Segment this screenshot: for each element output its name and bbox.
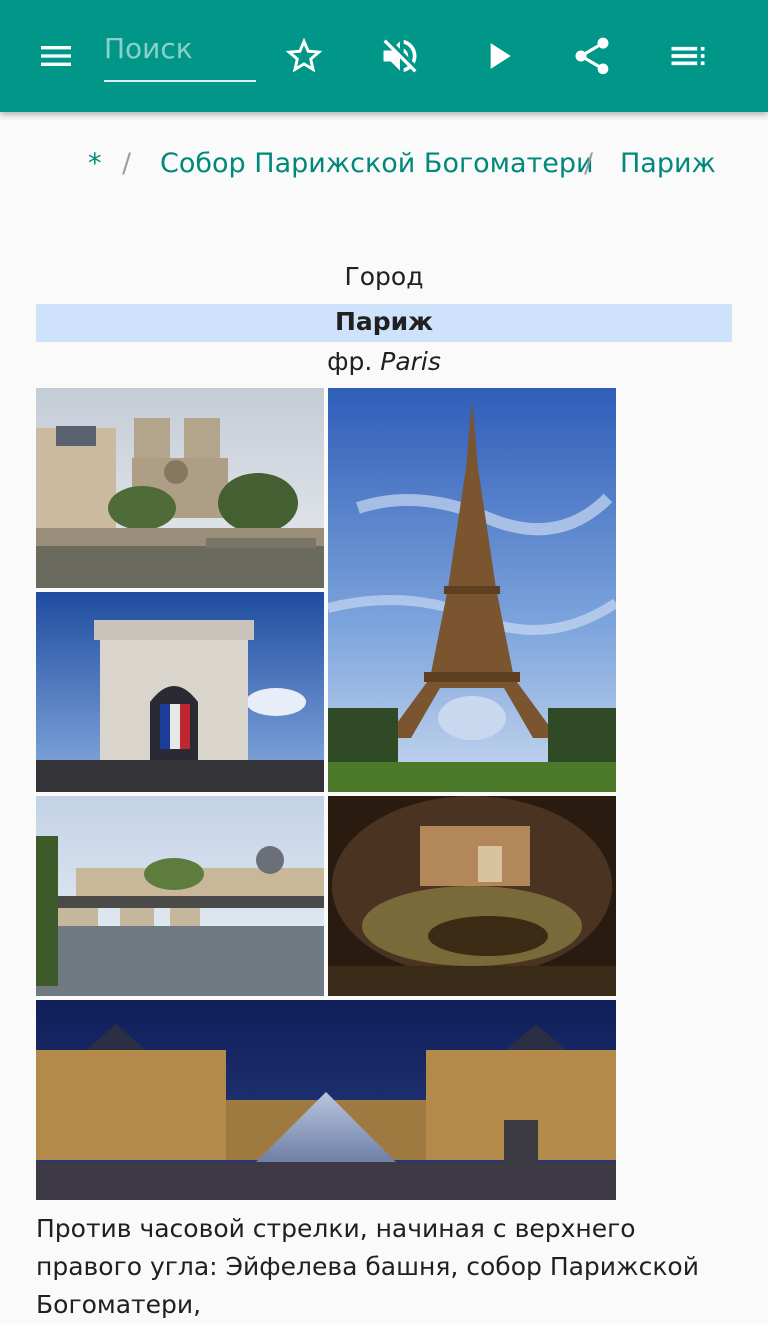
search-field[interactable] — [104, 26, 256, 82]
breadcrumb-link-notre-dame[interactable]: Собор Парижской Богоматери — [160, 148, 594, 179]
infobox-type: Город — [344, 262, 424, 291]
volume-off-icon — [383, 39, 417, 73]
play-icon — [490, 43, 511, 69]
contents-button[interactable] — [660, 28, 716, 84]
photo-arc-de-triomphe[interactable] — [36, 592, 324, 792]
breadcrumb-separator: / — [122, 148, 132, 179]
play-button[interactable] — [470, 28, 526, 84]
app-toolbar — [0, 0, 768, 112]
photo-notre-dame[interactable] — [36, 388, 324, 588]
share-button[interactable] — [564, 28, 620, 84]
menu-icon — [41, 46, 71, 66]
infobox-title: Париж — [36, 304, 732, 342]
photo-eiffel-tower[interactable] — [328, 388, 616, 792]
favorite-button[interactable] — [276, 28, 332, 84]
collage-caption: Против часовой стрелки, начиная с верхне… — [36, 1214, 699, 1319]
photo-pont-des-arts[interactable] — [36, 796, 324, 996]
breadcrumb-separator: / — [584, 148, 594, 179]
menu-button[interactable] — [28, 28, 84, 84]
breadcrumb-root-link[interactable]: * — [88, 148, 102, 179]
playlist-icon — [671, 46, 705, 66]
photo-louvre[interactable] — [36, 1000, 616, 1200]
breadcrumb: * / Собор Парижской Богоматери / Париж — [0, 148, 768, 188]
native-name: Paris — [380, 347, 441, 376]
photo-catacombs[interactable] — [328, 796, 616, 996]
infobox-native-name: фр. Paris — [36, 347, 732, 376]
search-input[interactable] — [104, 26, 256, 70]
breadcrumb-current-paris[interactable]: Париж — [620, 148, 716, 179]
native-lang-prefix: фр. — [327, 347, 373, 376]
mute-button[interactable] — [372, 28, 428, 84]
star-outline-icon — [285, 37, 323, 73]
share-icon — [575, 37, 609, 75]
